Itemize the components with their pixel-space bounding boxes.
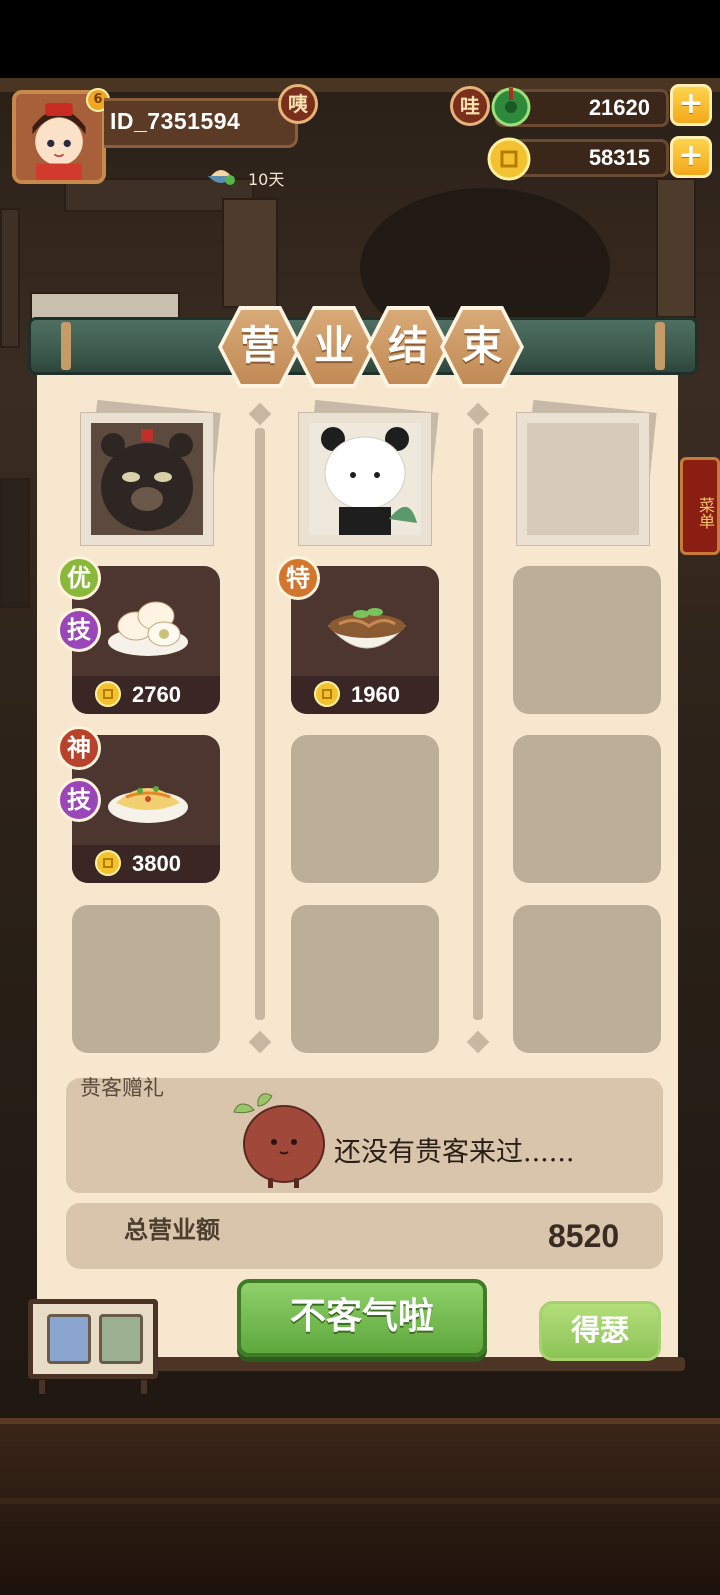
quality-tag: 特 bbox=[276, 556, 320, 600]
days-stamina-icon bbox=[208, 170, 235, 185]
bear-icon bbox=[91, 423, 203, 535]
customer-portrait-1[interactable] bbox=[80, 399, 221, 547]
dish-price: 3800 bbox=[132, 851, 181, 876]
floor-edge bbox=[0, 1418, 720, 1424]
days-count: 10天 bbox=[248, 170, 285, 189]
floor bbox=[0, 1418, 720, 1595]
vip-gift-label: 贵客赠礼 bbox=[80, 1076, 164, 1100]
rod-cap-right bbox=[655, 322, 665, 370]
right-window bbox=[656, 178, 696, 318]
add-jade-button[interactable]: + bbox=[670, 84, 712, 126]
quality-tag: 神 bbox=[57, 726, 101, 770]
tool-stand bbox=[28, 1299, 158, 1394]
floor-line bbox=[0, 1498, 720, 1504]
title-char: 结 bbox=[370, 310, 446, 384]
vip-empty-message: 还没有贵客来过...... bbox=[334, 1137, 575, 1168]
menu-side-button[interactable]: 菜单 bbox=[680, 457, 720, 555]
customer-portrait-3-empty bbox=[516, 399, 657, 547]
quality-tag: 优 bbox=[57, 556, 101, 600]
dish-price: 1960 bbox=[351, 682, 400, 707]
title-char: 营 bbox=[222, 310, 298, 384]
empty-portrait-image bbox=[527, 423, 639, 535]
column-divider-2 bbox=[473, 428, 483, 1020]
title-char: 业 bbox=[296, 310, 372, 384]
title-char: 束 bbox=[444, 310, 520, 384]
coin-icon bbox=[95, 850, 121, 876]
column-divider-1 bbox=[255, 428, 265, 1020]
player-id: ID_7351594 bbox=[110, 108, 241, 134]
empty-dish-slot bbox=[291, 735, 439, 883]
skill-tag: 技 bbox=[57, 608, 101, 652]
empty-dish-slot bbox=[513, 905, 661, 1053]
customer-portrait-2[interactable] bbox=[298, 399, 439, 547]
skill-tag: 技 bbox=[57, 778, 101, 822]
empty-dish-slot bbox=[291, 905, 439, 1053]
left-post bbox=[0, 208, 20, 348]
back-window bbox=[222, 198, 278, 308]
jade-icon bbox=[491, 87, 531, 127]
coin-icon bbox=[314, 681, 340, 707]
left-counter bbox=[0, 478, 30, 608]
panda-customer-image bbox=[309, 423, 421, 535]
jade-value: 21620 bbox=[588, 95, 650, 120]
coin-value: 58315 bbox=[588, 145, 650, 170]
confirm-button[interactable]: 不客气啦 bbox=[237, 1279, 487, 1357]
stand-leg bbox=[141, 1380, 147, 1394]
empty-dish-slot bbox=[72, 905, 220, 1053]
empty-dish-slot bbox=[513, 566, 661, 714]
empty-dish-slot bbox=[513, 735, 661, 883]
total-revenue-value: 8520 bbox=[548, 1218, 620, 1254]
rod-cap-left bbox=[61, 322, 71, 370]
coin-icon bbox=[95, 681, 121, 707]
back-sign bbox=[30, 292, 180, 320]
share-icon[interactable] bbox=[99, 1314, 143, 1364]
add-coin-button[interactable]: + bbox=[670, 136, 712, 178]
jade-badge: 哇 bbox=[450, 86, 490, 126]
fish-dish-icon bbox=[108, 786, 188, 823]
camera-icon[interactable] bbox=[47, 1314, 91, 1364]
total-revenue-label: 总营业额 bbox=[124, 1216, 220, 1244]
panda-icon bbox=[309, 423, 421, 535]
player-badge[interactable]: 咦 bbox=[278, 84, 318, 124]
sweet-potato-mascot-icon bbox=[233, 1093, 325, 1188]
stand-leg bbox=[39, 1380, 45, 1394]
coin-icon bbox=[487, 137, 531, 181]
buns-dish-icon bbox=[108, 601, 188, 656]
show-off-button[interactable]: 得瑟 bbox=[539, 1301, 661, 1361]
noodle-dish-icon bbox=[327, 608, 407, 649]
dish-price: 2760 bbox=[132, 682, 181, 707]
bear-customer-image bbox=[91, 423, 203, 535]
